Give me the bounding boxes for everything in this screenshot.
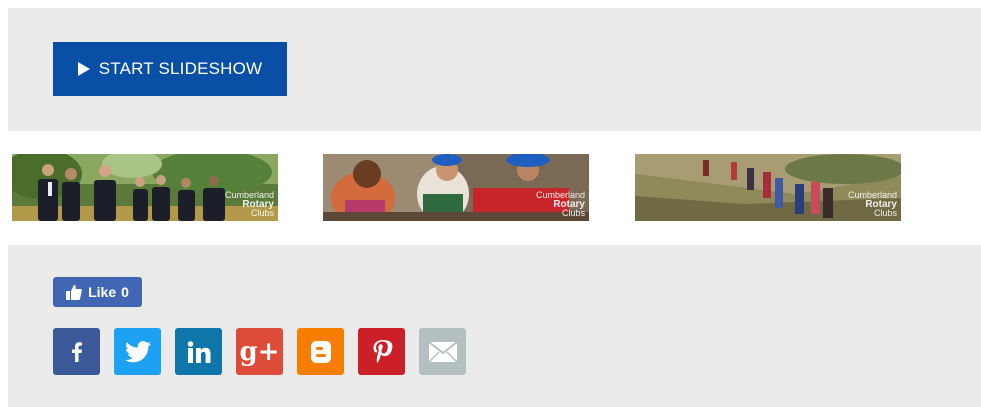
facebook-share-button[interactable] — [53, 328, 100, 375]
play-icon — [77, 62, 90, 76]
pinterest-share-button[interactable] — [358, 328, 405, 375]
google-plus-icon: g+ — [239, 336, 280, 367]
twitter-share-button[interactable] — [114, 328, 161, 375]
watermark-line: Clubs — [873, 208, 897, 218]
watermark-line: Clubs — [250, 208, 274, 218]
slideshow-panel: START SLIDESHOW — [8, 8, 981, 131]
linkedin-share-button[interactable] — [175, 328, 222, 375]
facebook-icon — [71, 341, 82, 362]
twitter-icon — [124, 340, 151, 362]
blogger-share-button[interactable] — [297, 328, 344, 375]
start-slideshow-button[interactable]: START SLIDESHOW — [53, 42, 287, 96]
gallery-thumbnail-3[interactable]: Cumberland Rotary Clubs — [635, 154, 901, 221]
facebook-like-button[interactable]: Like 0 — [53, 277, 142, 307]
google-plus-share-button[interactable]: g+ — [236, 328, 283, 375]
email-icon — [427, 340, 458, 363]
watermark-line: Clubs — [561, 208, 585, 218]
like-label: Like — [88, 284, 117, 300]
pinterest-icon — [373, 339, 392, 363]
thumbs-up-icon — [66, 284, 82, 300]
linkedin-icon — [187, 340, 210, 363]
rotary-watermark: Cumberland Rotary Clubs — [536, 191, 585, 218]
start-slideshow-label: START SLIDESHOW — [98, 59, 263, 78]
rotary-watermark: Cumberland Rotary Clubs — [848, 191, 897, 218]
social-panel: Like 0 g+ — [8, 245, 981, 407]
like-count: 0 — [121, 284, 129, 300]
gallery-thumbnail-2[interactable]: Cumberland Rotary Clubs — [323, 154, 589, 221]
blogger-icon — [310, 340, 331, 363]
share-buttons: g+ — [53, 328, 466, 375]
gallery-thumbnail-1[interactable]: Cumberland Rotary Clubs — [12, 154, 278, 221]
rotary-watermark: Cumberland Rotary Clubs — [225, 191, 274, 218]
email-share-button[interactable] — [419, 328, 466, 375]
